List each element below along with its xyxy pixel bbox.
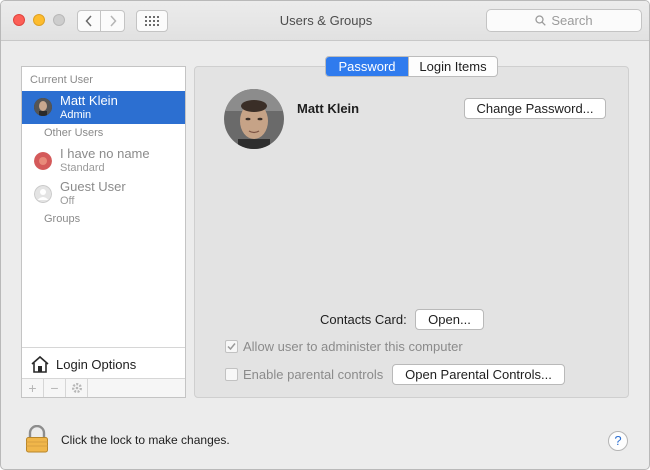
parental-controls-row: Enable parental controls bbox=[225, 367, 383, 382]
allow-admin-row: Allow user to administer this computer bbox=[225, 339, 463, 354]
current-user-heading: Current User bbox=[30, 74, 93, 86]
contacts-card-label: Contacts Card: bbox=[320, 312, 407, 327]
user-name: Guest User bbox=[60, 179, 126, 194]
user-picture[interactable] bbox=[224, 89, 284, 149]
user-name: I have no name bbox=[60, 146, 150, 161]
user-list-item[interactable]: I have no name Standard bbox=[22, 145, 185, 177]
user-full-name: Matt Klein bbox=[297, 101, 360, 116]
sidebar-toolbar: + − bbox=[22, 378, 185, 397]
house-icon bbox=[31, 355, 49, 373]
user-role: Off bbox=[60, 195, 75, 207]
title-bar: Users & Groups Search bbox=[1, 1, 649, 41]
user-role: Admin bbox=[60, 109, 92, 121]
minus-icon: − bbox=[50, 380, 59, 396]
gear-icon bbox=[71, 383, 82, 393]
parental-controls-checkbox[interactable] bbox=[225, 368, 238, 381]
action-menu-button[interactable] bbox=[66, 379, 88, 397]
question-mark-icon: ? bbox=[614, 433, 622, 448]
tab-login-items[interactable]: Login Items bbox=[408, 57, 497, 76]
avatar bbox=[34, 185, 52, 203]
user-list-sidebar: Current User Matt Klein Admin Other User… bbox=[21, 66, 186, 398]
avatar bbox=[34, 152, 52, 170]
plus-icon: + bbox=[28, 380, 37, 396]
other-users-heading: Other Users bbox=[44, 127, 104, 139]
lock-icon bbox=[26, 424, 48, 453]
lock-message: Click the lock to make changes. bbox=[61, 433, 230, 447]
change-password-button[interactable]: Change Password... bbox=[464, 98, 606, 119]
help-button[interactable]: ? bbox=[608, 431, 628, 451]
search-field[interactable]: Search bbox=[486, 9, 642, 32]
avatar bbox=[34, 98, 52, 116]
parental-controls-label: Enable parental controls bbox=[243, 367, 384, 382]
tab-password[interactable]: Password bbox=[326, 57, 408, 76]
open-parental-controls-button[interactable]: Open Parental Controls... bbox=[392, 364, 565, 385]
remove-user-button[interactable]: − bbox=[44, 379, 66, 397]
user-role: Standard bbox=[60, 162, 105, 174]
login-options-label: Login Options bbox=[56, 356, 137, 372]
user-list-item[interactable]: Guest User Off bbox=[22, 178, 185, 210]
login-options-item[interactable]: Login Options bbox=[30, 354, 136, 374]
tab-bar: Password Login Items bbox=[325, 56, 498, 77]
user-name: Matt Klein bbox=[60, 93, 118, 108]
lock-button[interactable] bbox=[25, 424, 49, 456]
users-groups-window: Users & Groups Search Current User Matt … bbox=[0, 0, 650, 470]
groups-heading: Groups bbox=[44, 213, 81, 225]
allow-admin-checkbox[interactable] bbox=[225, 340, 238, 353]
sidebar-footer: Login Options + − bbox=[22, 347, 185, 397]
search-icon bbox=[535, 15, 547, 26]
allow-admin-label: Allow user to administer this computer bbox=[243, 339, 463, 354]
user-list-item-current[interactable]: Matt Klein Admin bbox=[22, 91, 185, 124]
add-user-button[interactable]: + bbox=[22, 379, 44, 397]
search-placeholder: Search bbox=[551, 13, 593, 28]
open-contacts-card-button[interactable]: Open... bbox=[415, 309, 484, 330]
checkmark-icon bbox=[227, 343, 236, 351]
